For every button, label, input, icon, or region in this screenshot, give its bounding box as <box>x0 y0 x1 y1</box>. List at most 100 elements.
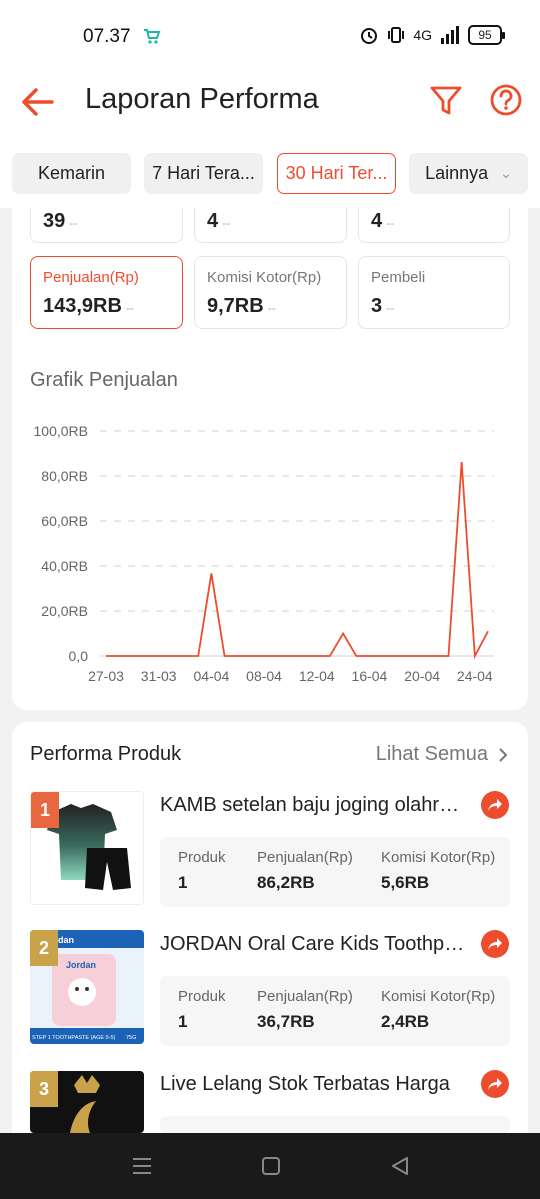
status-time: 07.37 <box>83 26 131 47</box>
battery-level: 95 <box>478 28 492 42</box>
help-icon[interactable] <box>488 82 524 118</box>
product-name[interactable]: Live Lelang Stok Terbatas Harga <box>160 1073 465 1096</box>
sales-series-line <box>106 461 489 660</box>
x-tick-label: 31-03 <box>141 668 177 684</box>
metric-value-text: 143,9RB <box>43 295 122 317</box>
product-stats: Produk Penjualan(Rp) Komisi Kotor(Rp) 1 … <box>160 837 510 907</box>
x-tick-label: 16-04 <box>352 668 388 684</box>
stat-label: Komisi Kotor(Rp) <box>381 988 496 1005</box>
tab-label: Lainnya <box>425 163 489 183</box>
sales-line-chart: 0,0 20,0RB 40,0RB 60,0RB 80,0RB 100,0RB 27-03 3… <box>34 423 494 684</box>
x-tick-label: 24-04 <box>457 668 493 684</box>
filter-icon[interactable] <box>428 82 464 118</box>
tab-label: Kemarin <box>37 163 106 183</box>
tab-label: 7 Hari Tera... <box>152 163 255 183</box>
tube-caption: STEP 1 TOOTHPASTE (AGE 0-5) <box>32 1035 116 1041</box>
system-nav-bar <box>0 1133 540 1199</box>
product-image[interactable]: Jordan Jordan STEP 1 TOOTHPASTE (AGE 0-5… <box>30 930 144 1044</box>
shopping-cart-icon <box>144 29 161 44</box>
stat-label: Produk <box>178 988 226 1005</box>
metric-value-text: 39 <box>43 210 66 232</box>
product-image[interactable]: 3 <box>30 1071 144 1133</box>
x-tick-label: 20-04 <box>404 668 440 684</box>
metric-value: 4 -- <box>371 210 394 233</box>
metric-label: Pembeli <box>371 269 426 286</box>
rank-badge: 3 <box>30 1071 58 1107</box>
stat-value: 1 <box>178 873 188 892</box>
tab-lainnya[interactable]: Lainnya ⌄ <box>409 153 528 194</box>
y-tick-label: 20,0RB <box>41 603 88 619</box>
stat-label: Penjualan(Rp) <box>257 849 353 866</box>
status-icons: 4G 95 <box>359 25 505 45</box>
stat-value: 5,6RB <box>381 873 430 892</box>
tab-7-hari[interactable]: 7 Hari Tera... <box>144 153 263 194</box>
y-tick-label: 80,0RB <box>41 468 88 484</box>
product-image[interactable]: 1 <box>30 791 144 905</box>
stat-label: Penjualan(Rp) <box>257 988 353 1005</box>
status-bar: 07.37 4G 95 <box>0 0 540 72</box>
menu-icon[interactable] <box>132 1156 152 1176</box>
chart-title: Grafik Penjualan <box>30 369 178 391</box>
tab-kemarin[interactable]: Kemarin <box>12 153 131 194</box>
tube-size: 75G <box>126 1035 136 1041</box>
product-stats <box>160 1116 510 1133</box>
stat-label: Komisi Kotor(Rp) <box>381 849 496 866</box>
see-all-label: Lihat Semua <box>375 743 488 765</box>
x-tick-label: 27-03 <box>88 668 124 684</box>
product-stats: Produk Penjualan(Rp) Komisi Kotor(Rp) 1 … <box>160 976 510 1046</box>
metric-value-text: 3 <box>371 295 383 317</box>
stat-value: 36,7RB <box>257 1012 315 1031</box>
network-type: 4G <box>413 27 432 43</box>
home-icon[interactable] <box>261 1156 281 1176</box>
back-icon[interactable] <box>390 1156 410 1176</box>
metric-card-pembeli[interactable]: Pembeli 3 -- <box>358 256 510 329</box>
page-title: Laporan Performa <box>85 83 319 115</box>
metric-value: 4 -- <box>207 210 230 233</box>
see-all-link[interactable]: Lihat Semua <box>376 743 508 766</box>
tube-brand: Jordan <box>66 960 96 970</box>
stat-value: 1 <box>178 1012 188 1031</box>
metric-label: Penjualan(Rp) <box>43 269 139 286</box>
metric-value: 9,7RB -- <box>207 295 276 318</box>
battery-icon: 95 <box>468 25 505 45</box>
chevron-right-icon <box>499 747 508 762</box>
section-title: Performa Produk <box>30 743 182 765</box>
metric-value-text: 4 <box>207 210 219 232</box>
y-tick-label: 100,0RB <box>34 423 88 439</box>
product-name[interactable]: KAMB setelan baju joging olahraga <box>160 794 465 817</box>
signal-icon <box>441 26 459 44</box>
share-icon[interactable] <box>481 1070 509 1098</box>
product-name[interactable]: JORDAN Oral Care Kids Toothpaste <box>160 933 465 956</box>
alarm-icon <box>361 28 378 44</box>
app-header: Laporan Performa <box>0 72 540 138</box>
metric-value-text: 9,7RB <box>207 295 264 317</box>
metric-label: Komisi Kotor(Rp) <box>207 269 322 286</box>
metric-value: 3 -- <box>371 295 394 318</box>
metric-value: 143,9RB -- <box>43 295 134 318</box>
stat-value: 2,4RB <box>381 1012 430 1031</box>
metric-value: 39 -- <box>43 210 77 233</box>
x-tick-label: 12-04 <box>299 668 335 684</box>
metric-dash: -- <box>69 216 78 230</box>
metric-dash: -- <box>222 216 231 230</box>
vibrate-icon <box>388 27 405 43</box>
tab-30-hari[interactable]: 30 Hari Ter... <box>277 153 396 194</box>
metric-dash: -- <box>267 301 276 315</box>
rank-badge: 1 <box>31 792 59 828</box>
metric-card-penjualan[interactable]: Penjualan(Rp) 143,9RB -- <box>30 256 183 329</box>
x-tick-label: 08-04 <box>246 668 282 684</box>
y-tick-label: 60,0RB <box>41 513 88 529</box>
back-arrow-icon[interactable] <box>18 82 58 122</box>
tab-label: 30 Hari Ter... <box>285 163 388 183</box>
rank-badge: 2 <box>30 930 58 966</box>
share-icon[interactable] <box>481 930 509 958</box>
stat-value: 86,2RB <box>257 873 315 892</box>
x-tick-label: 04-04 <box>193 668 229 684</box>
y-tick-label: 40,0RB <box>41 558 88 574</box>
share-icon[interactable] <box>481 791 509 819</box>
metric-card-komisi[interactable]: Komisi Kotor(Rp) 9,7RB -- <box>194 256 347 329</box>
y-tick-label: 0,0 <box>69 648 89 664</box>
stat-label: Produk <box>178 849 226 866</box>
chevron-down-icon: ⌄ <box>500 165 512 181</box>
metric-value-text: 4 <box>371 210 383 232</box>
